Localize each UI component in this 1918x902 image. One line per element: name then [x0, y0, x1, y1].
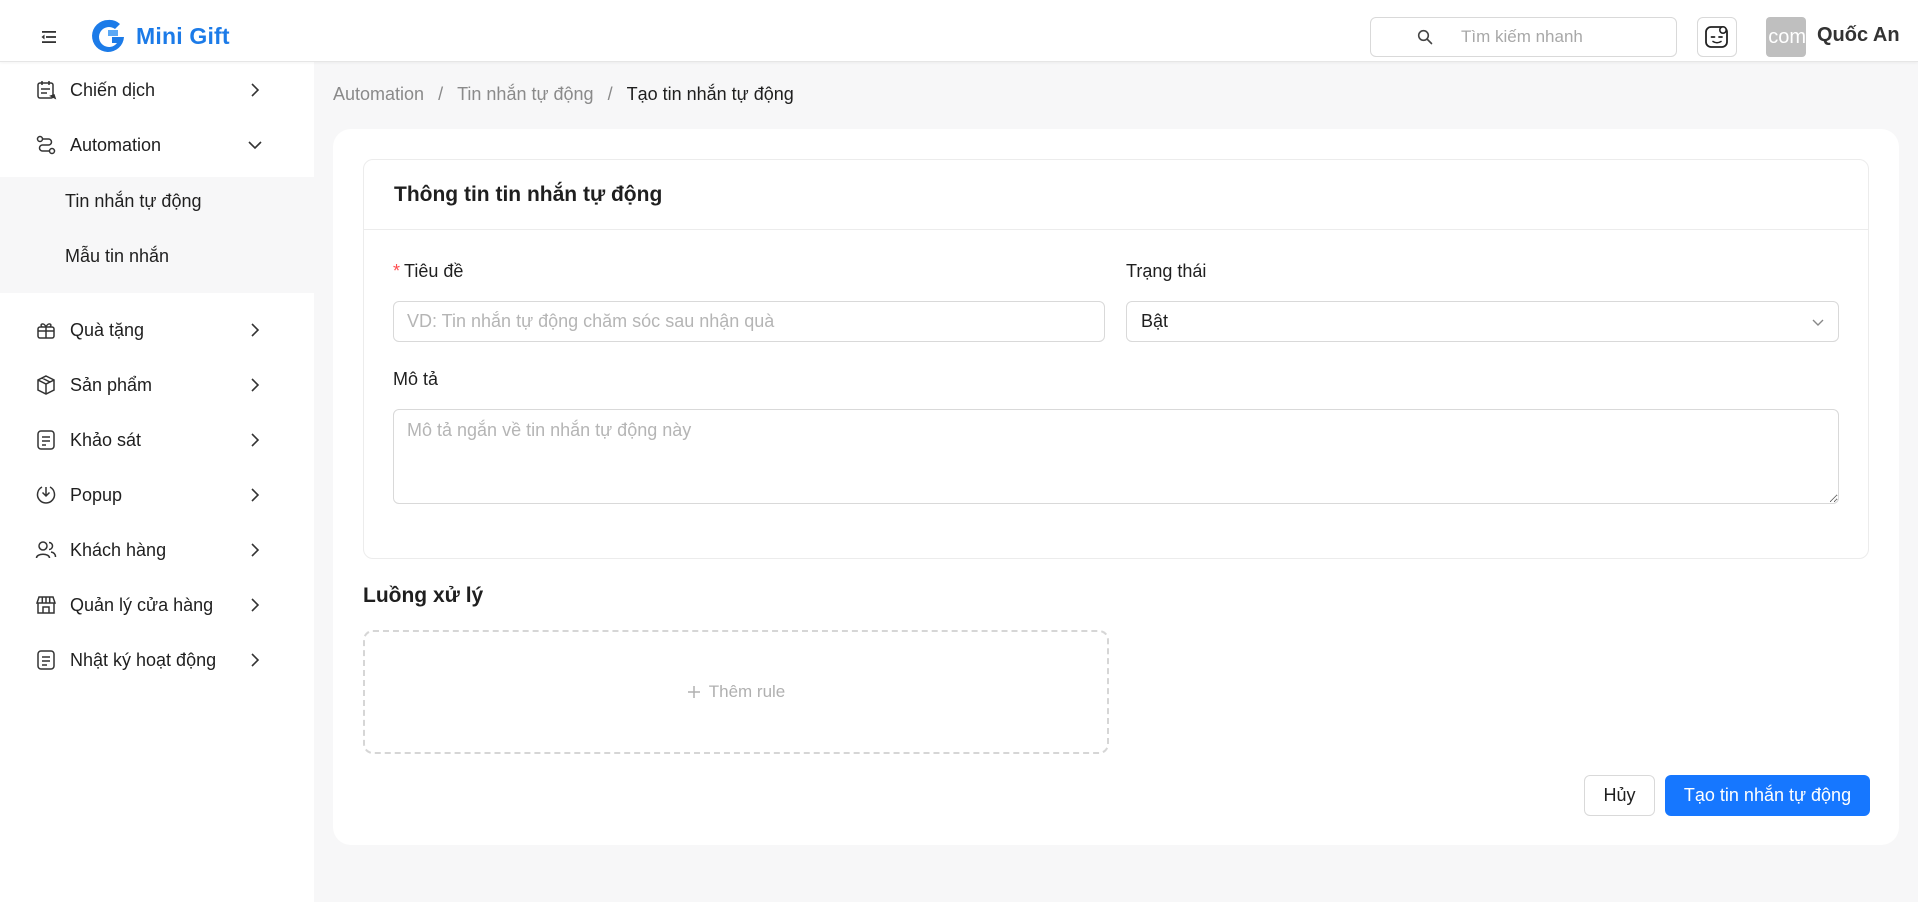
top-header: Mini Gift com Quốc An	[0, 0, 1918, 62]
chevron-right-icon	[246, 321, 264, 339]
chatbot-icon	[1705, 25, 1728, 48]
message-info-section: Thông tin tin nhắn tự động *Tiêu đề Trạn…	[363, 159, 1869, 559]
sidebar-subitem-label: Mẫu tin nhắn	[65, 245, 170, 266]
sidebar-item-label: Chiến dịch	[70, 79, 156, 100]
chevron-right-icon	[246, 81, 264, 99]
create-auto-message-button[interactable]: Tạo tin nhắn tự động	[1665, 775, 1870, 816]
sidebar-item-automation[interactable]: Automation	[0, 118, 314, 172]
sidebar-item-activity-log[interactable]: Nhật ký hoạt động	[0, 633, 314, 687]
sidebar-item-label: Nhật ký hoạt động	[70, 649, 217, 670]
automation-icon	[34, 133, 58, 157]
title-label-text: Tiêu đề	[404, 261, 464, 281]
required-asterisk: *	[393, 261, 401, 281]
app-logo[interactable]: Mini Gift	[88, 16, 230, 56]
search-input[interactable]	[1461, 27, 1661, 47]
sidebar-item-products[interactable]: Sản phẩm	[0, 358, 314, 412]
sidebar-item-store-management[interactable]: Quản lý cửa hàng	[0, 578, 314, 632]
section-title: Thông tin tin nhắn tự động	[394, 182, 663, 206]
search-icon	[1417, 29, 1433, 45]
sidebar-item-popup[interactable]: Popup	[0, 468, 314, 522]
add-rule-label: Thêm rule	[708, 682, 786, 701]
sidebar: Chiến dịch Automation Tin nhắn tự động M…	[0, 62, 314, 902]
logo-mark-icon	[92, 19, 124, 52]
sidebar-item-label: Khảo sát	[70, 429, 142, 450]
flow-section-title: Luồng xử lý	[363, 584, 484, 607]
chevron-down-icon	[1812, 319, 1824, 326]
cancel-button[interactable]: Hủy	[1584, 775, 1655, 816]
campaign-icon	[34, 78, 58, 102]
sidebar-subitem-auto-messages[interactable]: Tin nhắn tự động	[0, 178, 314, 224]
avatar[interactable]: com	[1766, 17, 1806, 57]
chevron-right-icon	[246, 596, 264, 614]
gift-icon	[34, 318, 58, 342]
sidebar-item-label: Automation	[70, 134, 162, 155]
main-content-card: Thông tin tin nhắn tự động *Tiêu đề Trạn…	[333, 129, 1899, 845]
app-name: Mini Gift	[136, 22, 230, 49]
chevron-right-icon	[246, 431, 264, 449]
status-select[interactable]: Bật	[1126, 301, 1839, 342]
chevron-right-icon	[246, 651, 264, 669]
product-box-icon	[34, 373, 58, 397]
breadcrumb-separator: /	[607, 84, 613, 104]
plus-icon	[687, 686, 700, 698]
quick-search[interactable]	[1370, 17, 1677, 57]
chevron-right-icon	[246, 541, 264, 559]
description-field-label: Mô tả	[393, 369, 439, 389]
breadcrumb-current: Tạo tin nhắn tự động	[626, 84, 794, 104]
breadcrumb-auto-messages[interactable]: Tin nhắn tự động	[457, 84, 593, 105]
breadcrumb-separator: /	[438, 84, 444, 104]
chevron-right-icon	[246, 376, 264, 394]
sidebar-item-surveys[interactable]: Khảo sát	[0, 413, 314, 467]
store-icon	[34, 593, 58, 617]
menu-collapse-icon[interactable]	[36, 26, 62, 48]
chevron-down-icon	[246, 136, 264, 154]
popup-icon	[34, 483, 58, 507]
sidebar-item-gifts[interactable]: Quà tặng	[0, 303, 314, 357]
description-textarea[interactable]	[393, 409, 1839, 504]
status-field-label: Trạng thái	[1126, 261, 1207, 281]
customers-icon	[34, 538, 58, 562]
user-name[interactable]: Quốc An	[1817, 24, 1900, 47]
sidebar-subitem-message-templates[interactable]: Mẫu tin nhắn	[0, 233, 314, 279]
add-rule-button[interactable]: Thêm rule	[363, 630, 1109, 754]
sidebar-item-label: Quản lý cửa hàng	[70, 594, 214, 615]
chatbot-button[interactable]	[1697, 17, 1737, 57]
activity-log-icon	[34, 648, 58, 672]
sidebar-item-label: Popup	[70, 484, 123, 505]
status-select-value: Bật	[1141, 311, 1169, 331]
breadcrumb: Automation / Tin nhắn tự động / Tạo tin …	[333, 84, 794, 105]
sidebar-item-label: Quà tặng	[70, 319, 145, 340]
sidebar-subitem-label: Tin nhắn tự động	[65, 190, 202, 211]
chevron-right-icon	[246, 486, 264, 504]
sidebar-item-label: Khách hàng	[70, 539, 167, 560]
section-header: Thông tin tin nhắn tự động	[364, 160, 1868, 230]
survey-icon	[34, 428, 58, 452]
sidebar-item-customers[interactable]: Khách hàng	[0, 523, 314, 577]
breadcrumb-automation[interactable]: Automation	[333, 84, 424, 105]
automation-submenu: Tin nhắn tự động Mẫu tin nhắn	[0, 177, 314, 293]
title-field-label: * Tiêu đề	[393, 261, 463, 282]
title-input[interactable]	[393, 301, 1105, 342]
sidebar-item-campaigns[interactable]: Chiến dịch	[0, 63, 314, 117]
sidebar-item-label: Sản phẩm	[70, 374, 153, 395]
